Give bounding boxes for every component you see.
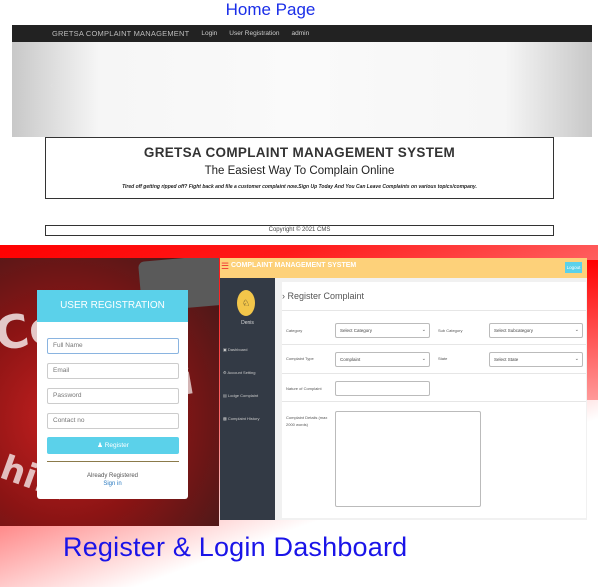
category-label: Category [286,328,303,333]
sidebar-item-lodge-complaint[interactable]: ▤ Lodge Complaint [223,393,258,398]
carousel-next-icon[interactable]: › [544,80,547,91]
complaint-type-select[interactable]: Complaint ⌄ [335,352,430,367]
user-name: Denis [241,320,254,326]
chevron-down-icon: ⌄ [574,327,579,333]
details-label: Complaint Details (max 2000 words) [286,415,328,427]
state-select[interactable]: Select State ⌄ [489,352,583,367]
state-label: State [438,356,448,361]
subcategory-label: Sub Category [438,328,463,333]
chevron-down-icon: ⌄ [574,356,579,362]
full-name-input[interactable]: Full Name [47,338,179,354]
category-select[interactable]: Select Category ⌄ [335,323,430,338]
nature-input[interactable] [335,381,430,396]
signin-link[interactable]: Sign in [37,481,188,487]
logout-button[interactable]: Logout [565,262,582,273]
intro-subtitle: The Easiest Way To Complain Online [204,165,395,177]
contact-input[interactable]: Contact no [47,413,179,429]
chevron-down-icon: ⌄ [421,327,426,333]
email-input[interactable]: Email [47,363,179,379]
subcategory-select[interactable]: Select Subcategory ⌄ [489,323,583,338]
divider [282,401,586,402]
top-navbar: GRETSA COMPLAINT MANAGEMENT Login User R… [12,25,592,42]
intro-tagline: Tired off getting ripped off? Fight back… [122,184,477,190]
page-title: › Register Complaint [282,291,365,301]
sidebar-item-complaint-history[interactable]: ▩ Complaint History [223,416,259,421]
footer-copyright: Copyright © 2021 CMS [45,225,554,236]
sidebar-item-dashboard[interactable]: ▣ Dashboard [223,347,247,352]
home-page-heading: Home Page [225,0,316,19]
register-button-label: Register [104,442,129,449]
divider [282,373,586,374]
divider [282,344,586,345]
menu-icon[interactable]: ☰ [221,261,229,272]
intro-title: GRETSA COMPLAINT MANAGEMENT SYSTEM [143,145,456,160]
register-button[interactable]: ♟ Register [47,437,179,454]
avatar: ♘ [237,290,255,316]
nature-label: Nature of Complaint [286,386,322,391]
dashboard-title: COMPLAINT MANAGEMENT SYSTEM [231,262,357,269]
complaint-type-label: Complaint Type [286,356,314,361]
divider [282,310,586,311]
carousel-prev-icon[interactable]: ‹ [50,80,53,91]
already-registered-text: Already Registered [86,473,139,479]
bottom-heading: Register & Login Dashboard [63,532,408,562]
divider [47,461,179,462]
user-icon: ♟ [97,442,103,449]
navbar-brand[interactable]: GRETSA COMPLAINT MANAGEMENT [52,29,189,38]
nav-link-login[interactable]: Login [201,30,217,37]
chevron-down-icon: ⌄ [421,356,426,362]
sidebar-item-account-setting[interactable]: ⚙ Account Setting [223,370,256,375]
details-textarea[interactable] [335,411,481,507]
password-input[interactable]: Password [47,388,179,404]
registration-heading: USER REGISTRATION [37,290,188,322]
nav-link-user-registration[interactable]: User Registration [229,30,279,37]
registration-card: USER REGISTRATION Full Name Email Passwo… [37,290,188,499]
nav-link-admin[interactable]: admin [292,30,310,37]
hero-carousel: ‹ › [12,42,592,137]
intro-box: GRETSA COMPLAINT MANAGEMENT SYSTEM The E… [45,137,554,199]
